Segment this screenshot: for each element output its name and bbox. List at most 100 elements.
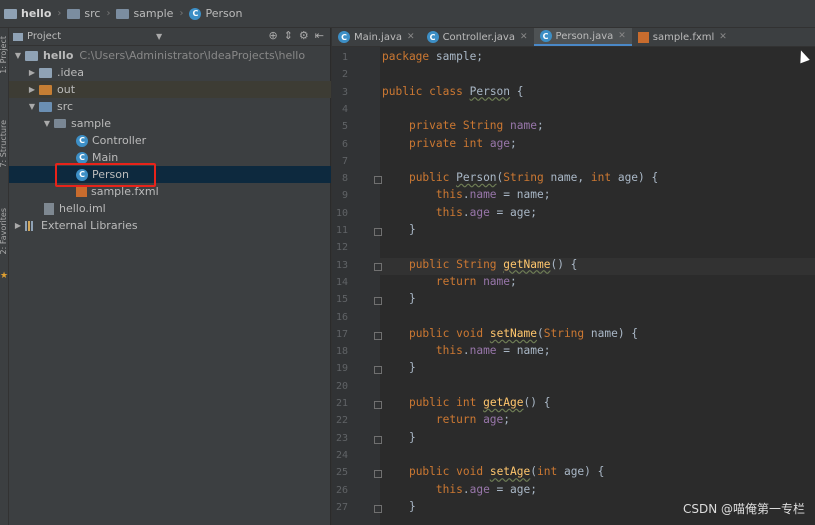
fold-marker-icon[interactable] <box>374 262 382 271</box>
mouse-cursor-icon <box>796 48 810 64</box>
hide-icon[interactable]: ⇤ <box>315 29 324 42</box>
line-number: 21 <box>335 398 348 409</box>
project-toolbar: ⊕ ⇕ ⚙ ⇤ <box>268 29 324 42</box>
code-line[interactable]: } <box>382 431 416 444</box>
code-line[interactable]: this.name = name; <box>382 188 551 201</box>
code-line[interactable]: private String name; <box>382 119 544 132</box>
folder-icon <box>67 8 81 19</box>
tab-main-java[interactable]: C Main.java ✕ <box>332 28 421 46</box>
line-number: 27 <box>335 501 348 513</box>
code-line[interactable]: public String getName() { <box>382 258 577 271</box>
breadcrumb-separator: › <box>106 8 111 19</box>
tree-item-external-libraries[interactable]: ▶ External Libraries <box>9 217 334 234</box>
structure-tool-label[interactable]: 7: Structure <box>0 120 8 168</box>
close-icon[interactable]: ✕ <box>719 32 727 42</box>
project-view-selector[interactable]: Project <box>27 31 61 42</box>
fold-marker-icon[interactable] <box>374 297 382 306</box>
class-icon: C <box>189 7 202 20</box>
code-line[interactable]: return name; <box>382 275 517 288</box>
code-line[interactable]: public void setAge(int age) { <box>382 465 604 478</box>
tree-item-hello-iml[interactable]: hello.iml <box>9 200 365 217</box>
tab-person-java[interactable]: C Person.java ✕ <box>533 28 632 46</box>
class-icon: C <box>338 31 350 43</box>
code-line[interactable]: this.age = age; <box>382 206 537 219</box>
code-line[interactable]: public void setName(String name) { <box>382 327 638 340</box>
package-icon <box>54 119 66 128</box>
tree-item-idea[interactable]: ▶ .idea <box>9 64 348 81</box>
gear-icon[interactable]: ⚙ <box>299 29 309 42</box>
breadcrumb-sample[interactable]: sample <box>112 7 177 20</box>
chevron-right-icon[interactable]: ▶ <box>27 68 37 77</box>
breadcrumb-src[interactable]: src <box>63 7 104 20</box>
code-line[interactable]: } <box>382 292 416 305</box>
tab-sample-fxml[interactable]: sample.fxml ✕ <box>632 28 733 46</box>
code-line[interactable]: package sample; <box>382 50 483 63</box>
breadcrumb-person[interactable]: C Person <box>185 7 246 20</box>
line-number: 7 <box>341 155 348 167</box>
code-line[interactable]: this.name = name; <box>382 344 551 357</box>
star-icon: ★ <box>0 271 9 281</box>
line-number: 16 <box>335 311 348 323</box>
library-icon <box>25 220 37 231</box>
fold-marker-icon[interactable] <box>374 366 382 375</box>
breadcrumb: hello › src › sample › C Person <box>0 0 815 28</box>
fold-marker-icon[interactable] <box>374 176 382 185</box>
fxml-icon <box>76 186 87 197</box>
class-icon: C <box>539 30 552 42</box>
code-line[interactable]: return age; <box>382 413 510 426</box>
chevron-down-icon[interactable]: ▼ <box>27 102 37 111</box>
line-number: 23 <box>335 432 348 444</box>
line-number: 22 <box>335 415 348 427</box>
module-folder-icon <box>25 50 38 61</box>
close-icon[interactable]: ✕ <box>520 32 528 42</box>
tree-item-sample[interactable]: ▼ sample <box>9 115 363 132</box>
editor-tabs: C Main.java ✕ C Controller.java ✕ C Pers… <box>332 28 815 47</box>
class-icon: C <box>76 151 88 164</box>
chevron-down-icon[interactable]: ▼ <box>13 51 23 60</box>
editor: C Main.java ✕ C Controller.java ✕ C Pers… <box>331 28 815 525</box>
fxml-icon <box>637 31 649 43</box>
chevron-right-icon[interactable]: ▶ <box>27 85 37 94</box>
chevron-down-icon[interactable]: ▼ <box>156 32 162 41</box>
class-icon: C <box>76 134 88 147</box>
chevron-right-icon[interactable]: ▶ <box>13 221 23 230</box>
close-icon[interactable]: ✕ <box>618 31 626 41</box>
tree-item-hello[interactable]: ▼ hello C:\Users\Administrator\IdeaProje… <box>9 47 334 64</box>
code-line[interactable]: } <box>382 500 416 513</box>
code-line[interactable]: private int age; <box>382 137 517 150</box>
project-tool-label[interactable]: 1: Project <box>0 36 8 74</box>
line-number: 5 <box>341 121 348 133</box>
line-number: 25 <box>335 467 348 479</box>
tree-item-out[interactable]: ▶ out <box>9 81 348 98</box>
code-line[interactable]: } <box>382 223 416 236</box>
code-line[interactable]: public int getAge() { <box>382 396 551 409</box>
line-number: 12 <box>335 242 348 254</box>
code-line[interactable]: this.age = age; <box>382 483 537 496</box>
favorites-tool-label[interactable]: 2: Favorites <box>0 208 8 254</box>
tree-item-src[interactable]: ▼ src <box>9 98 348 115</box>
line-number: 15 <box>335 294 348 306</box>
fold-marker-icon[interactable] <box>374 331 382 340</box>
line-number: 3 <box>341 86 348 98</box>
close-icon[interactable]: ✕ <box>407 32 415 42</box>
folder-orange-icon <box>39 84 52 95</box>
locate-icon[interactable]: ⊕ <box>268 29 277 42</box>
fold-marker-icon[interactable] <box>374 228 382 236</box>
code-line[interactable]: public Person(String name, int age) { <box>382 171 658 184</box>
code-line[interactable]: } <box>382 361 416 374</box>
fold-marker-icon[interactable] <box>374 504 382 513</box>
fold-marker-icon[interactable] <box>374 470 382 479</box>
code-line[interactable]: public class Person { <box>382 85 524 98</box>
chevron-down-icon[interactable]: ▼ <box>42 119 52 128</box>
breadcrumb-hello[interactable]: hello <box>0 7 55 20</box>
line-number: 4 <box>341 103 348 115</box>
fold-marker-icon[interactable] <box>374 401 382 409</box>
folder-icon <box>39 67 52 78</box>
line-number: 17 <box>335 328 348 340</box>
folder-icon <box>116 8 130 19</box>
line-number: 19 <box>335 363 348 375</box>
breadcrumb-separator: › <box>57 8 62 19</box>
fold-marker-icon[interactable] <box>374 435 382 444</box>
tab-controller-java[interactable]: C Controller.java ✕ <box>421 28 534 46</box>
collapse-icon[interactable]: ⇕ <box>284 29 293 42</box>
